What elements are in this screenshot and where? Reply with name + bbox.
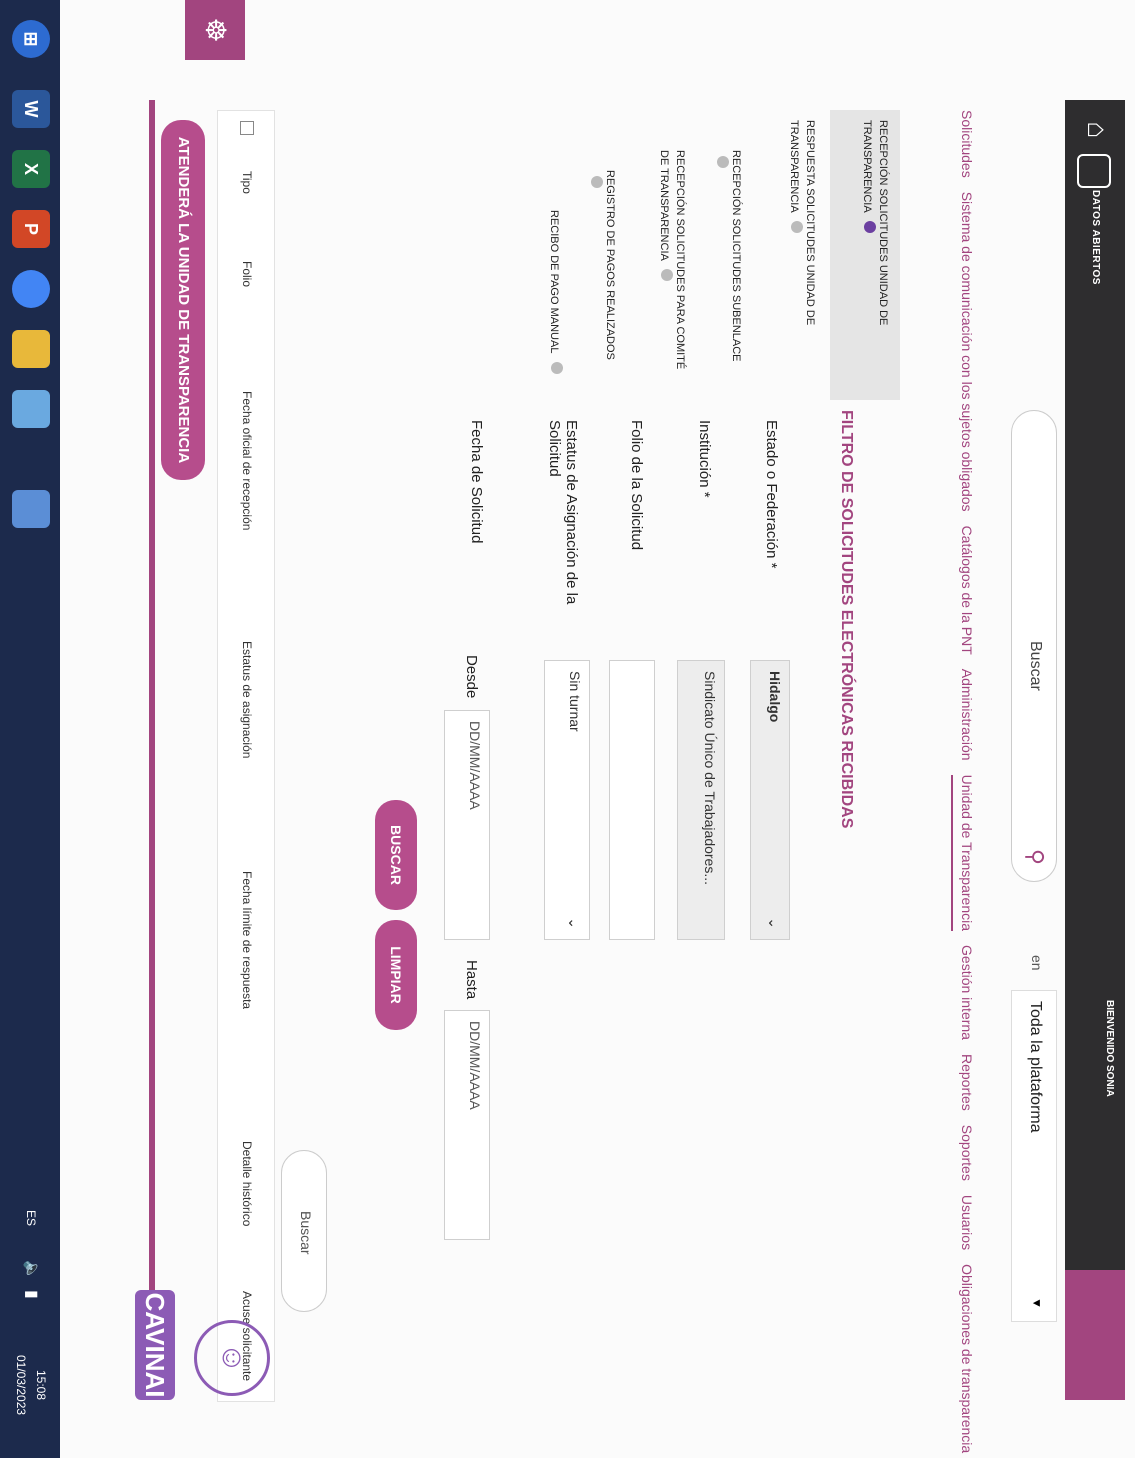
search-input[interactable]: Buscar ⚲ xyxy=(1011,410,1057,882)
sidebar-item-comite[interactable]: RECEPCIÓN SOLICITUDES PARA COMITÉ DE TRA… xyxy=(656,150,687,380)
radio-selected-icon[interactable] xyxy=(863,221,876,234)
nav-sistema-comunicacion[interactable]: Sistema de comunicación con los sujetos … xyxy=(951,192,975,512)
sidebar-item-respuesta-ut[interactable]: RESPUESTA SOLICITUDES UNIDAD DE TRANSPAR… xyxy=(786,120,817,380)
network-icon[interactable]: ▮ xyxy=(22,1290,42,1299)
limpiar-button[interactable]: LIMPIAR xyxy=(375,920,417,1030)
nav-catalogos[interactable]: Catálogos de la PNT xyxy=(951,526,975,655)
institucion-value: Sindicato Único de Trabajadores... xyxy=(702,671,718,886)
chevron-down-icon: ▼ xyxy=(1030,1297,1044,1309)
search-in-label: en xyxy=(1029,955,1045,971)
word-icon[interactable]: W xyxy=(12,90,50,128)
estatus-select[interactable]: Sin turnar ⌄ xyxy=(544,660,590,940)
nav-unidad-transparencia[interactable]: Unidad de Transparencia xyxy=(951,774,975,932)
estado-select[interactable]: Hidalgo ⌄ xyxy=(750,660,790,940)
home-icon[interactable]: ⌂ xyxy=(1079,112,1115,148)
radio-icon[interactable] xyxy=(590,176,603,188)
scope-select[interactable]: Toda la plataforma ▼ xyxy=(1011,990,1057,1322)
clock-date[interactable]: 01/03/2023 xyxy=(14,1355,28,1415)
brand-label: DATOS ABIERTOS xyxy=(1090,190,1101,285)
open-data-icon xyxy=(1077,154,1111,188)
welcome-text: BIENVENIDO SONIA xyxy=(1104,1000,1115,1097)
nav-solicitudes[interactable]: Solicitudes xyxy=(951,110,975,178)
nav-usuarios[interactable]: Usuarios xyxy=(951,1195,975,1250)
table-header: Tipo Folio Fecha oficial de recepción Es… xyxy=(217,110,275,1402)
sidebar-item-label: RECEPCIÓN SOLICITUDES PARA COMITÉ DE TRA… xyxy=(657,150,686,370)
sidebar-item-label: RECIBO DE PAGO MANUAL xyxy=(548,210,560,354)
estado-value: Hidalgo xyxy=(767,671,783,723)
start-button[interactable]: ⊞ xyxy=(12,20,50,58)
header-bar xyxy=(1065,100,1125,1400)
cavinai-logo-icon[interactable]: ☺ xyxy=(194,1320,270,1396)
chevron-down-icon: ⌄ xyxy=(566,917,582,929)
search-placeholder: Buscar xyxy=(1027,641,1044,691)
col-detalle-historico[interactable]: Detalle histórico xyxy=(240,1141,254,1226)
nav-soportes[interactable]: Soportes xyxy=(951,1125,975,1181)
estado-label: Estado o Federación * xyxy=(763,420,780,569)
radio-icon[interactable] xyxy=(716,156,729,168)
nav-gestion-interna[interactable]: Gestión interna xyxy=(951,945,975,1040)
help-widget-icon[interactable]: ☸ xyxy=(185,0,245,60)
nav-obligaciones[interactable]: Obligaciones de transparencia xyxy=(951,1264,975,1453)
radio-icon[interactable] xyxy=(660,269,673,282)
footer-pink-line xyxy=(149,100,155,1400)
nav-reportes[interactable]: Reportes xyxy=(951,1054,975,1111)
institucion-label: Institución * xyxy=(696,420,713,498)
notes-icon[interactable] xyxy=(12,330,50,368)
select-all-checkbox[interactable] xyxy=(240,121,254,135)
col-tipo[interactable]: Tipo xyxy=(240,171,254,194)
estatus-value: Sin turnar xyxy=(567,671,583,732)
table-search-input[interactable]: Buscar xyxy=(281,1150,327,1312)
cavinai-text: CAVINAI xyxy=(140,1292,170,1398)
sidebar-item-subenlace[interactable]: RECEPCIÓN SOLICITUDES SUBENLACE xyxy=(712,150,743,380)
clock-time[interactable]: 15:08 xyxy=(34,1370,48,1400)
sidebar-item-recepcion-ut[interactable]: RECEPCIÓN SOLICITUDES UNIDAD DE TRANSPAR… xyxy=(859,120,890,380)
calculator-icon[interactable] xyxy=(12,490,50,528)
scope-value: Toda la plataforma xyxy=(1027,1001,1044,1133)
hasta-input[interactable]: DD/MM/AAAA xyxy=(444,1010,490,1240)
radio-icon[interactable] xyxy=(790,221,803,234)
header-accent xyxy=(1065,1270,1125,1400)
sidebar-item-recibo[interactable]: RECIBO DE PAGO MANUAL xyxy=(547,210,563,380)
screen: ⌂ DATOS ABIERTOS Buscar ⚲ en Toda la pla… xyxy=(0,0,1135,1458)
col-folio[interactable]: Folio xyxy=(240,261,254,287)
buscar-button[interactable]: BUSCAR xyxy=(375,800,417,910)
taskbar: ⊞ W X P ES 🔈 ▮ 15:08 01/03/2023 xyxy=(0,0,60,1458)
paint-icon[interactable] xyxy=(12,390,50,428)
powerpoint-icon[interactable]: P xyxy=(12,210,50,248)
lang-indicator[interactable]: ES xyxy=(24,1210,38,1226)
volume-icon[interactable]: 🔈 xyxy=(22,1260,42,1280)
desde-input[interactable]: DD/MM/AAAA xyxy=(444,710,490,940)
search-icon[interactable]: ⚲ xyxy=(1022,849,1048,865)
table-search-placeholder: Buscar xyxy=(298,1211,314,1255)
fecha-label: Fecha de Solicitud xyxy=(468,420,485,544)
cavinai-label: CAVINAI xyxy=(135,1290,175,1400)
excel-icon[interactable]: X xyxy=(12,150,50,188)
hasta-placeholder: DD/MM/AAAA xyxy=(467,1021,483,1110)
nav-administracion[interactable]: Administración xyxy=(951,669,975,761)
radio-icon[interactable] xyxy=(551,362,563,375)
sidebar-item-label: RECEPCIÓN SOLICITUDES SUBENLACE xyxy=(730,150,742,362)
sidebar-item-pagos[interactable]: REGISTRO DE PAGOS REALIZADOS xyxy=(586,170,617,380)
institucion-field[interactable]: Sindicato Único de Trabajadores... xyxy=(677,660,725,940)
sidebar-item-label: REGISTRO DE PAGOS REALIZADOS xyxy=(604,170,616,360)
attend-ut-button[interactable]: ATENDERÁ LA UNIDAD DE TRANSPARENCIA xyxy=(161,120,205,480)
filter-title: FILTRO DE SOLICITUDES ELECTRÓNICAS RECIB… xyxy=(838,410,855,829)
desde-label: Desde xyxy=(463,655,480,699)
chevron-down-icon: ⌄ xyxy=(766,917,782,929)
col-estatus-asignacion[interactable]: Estatus de asignación xyxy=(240,641,254,758)
folio-input[interactable] xyxy=(609,660,655,940)
col-fecha-limite[interactable]: Fecha límite de respuesta xyxy=(240,871,254,1009)
col-fecha-recepcion[interactable]: Fecha oficial de recepción xyxy=(240,391,254,530)
estatus-label: Estatus de Asignación de la Solicitud xyxy=(546,420,580,605)
main-nav: Solicitudes Sistema de comunicación con … xyxy=(951,110,975,1453)
chrome-icon[interactable] xyxy=(12,270,50,308)
folio-label: Folio de la Solicitud xyxy=(628,420,645,551)
desde-placeholder: DD/MM/AAAA xyxy=(467,721,483,810)
hasta-label: Hasta xyxy=(463,960,480,1000)
